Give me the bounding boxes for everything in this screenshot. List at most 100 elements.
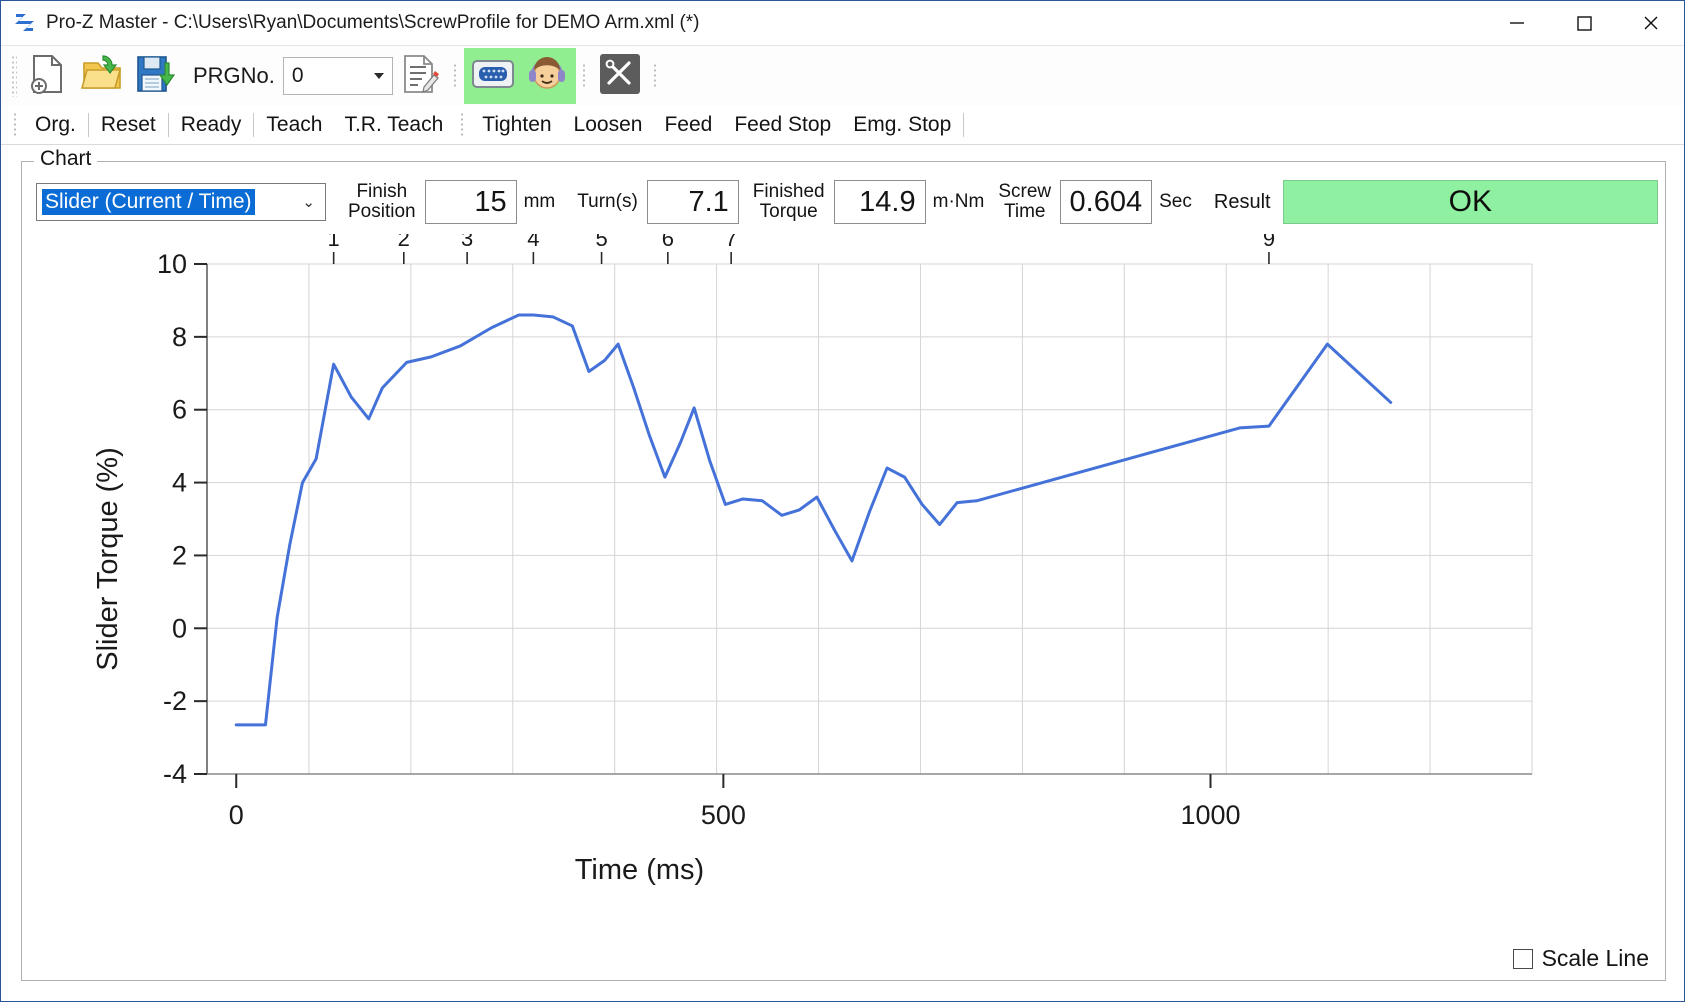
result-value: OK [1448, 185, 1492, 218]
scale-line-label: Scale Line [1541, 945, 1649, 971]
finished-torque-label: Finished Torque [752, 181, 825, 222]
chart-plot-area: -4 -2 0 2 4 6 8 10 0 500 1000 1 2 3 4 5 6 7 9 Time (ms) Slid… [22, 234, 1665, 980]
screw-time-value: 0.604 [1069, 185, 1143, 218]
step-marker-label: 9 [1263, 234, 1275, 251]
finish-position-label: Finish Position [348, 181, 416, 222]
edit-document-button[interactable] [393, 49, 447, 103]
turns-field: 7.1 [646, 180, 739, 224]
toolbar-separator-3 [652, 63, 658, 89]
x-axis-tick-label: 0 [229, 800, 244, 830]
command-group-separator [460, 112, 466, 138]
y-axis-title: Slider Torque (%) [92, 447, 124, 671]
step-marker-label: 6 [662, 234, 674, 251]
connection-status-group [463, 48, 576, 104]
tools-wrench-icon [598, 52, 642, 101]
command-tr-teach[interactable]: T.R. Teach [333, 108, 454, 142]
finished-torque-field: 14.9 [833, 180, 926, 224]
operator-headset-button[interactable] [520, 49, 574, 103]
save-disk-icon [135, 53, 177, 100]
y-axis-tick-label: 4 [172, 468, 187, 498]
command-teach[interactable]: Teach [255, 108, 333, 142]
y-axis-tick-label: 6 [172, 395, 187, 425]
chevron-down-icon: ⌄ [302, 194, 315, 211]
edit-document-icon [400, 53, 440, 100]
command-org[interactable]: Org. [24, 108, 87, 142]
command-loosen[interactable]: Loosen [563, 108, 654, 142]
operator-headset-icon [525, 53, 569, 100]
chart-type-value: Slider (Current / Time) [42, 189, 255, 215]
application-window: Pro-Z Master - C:\Users\Ryan\Documents\S… [0, 0, 1685, 1002]
chart-group-box: Chart Slider (Current / Time) ⌄ Finish P… [21, 147, 1666, 981]
save-file-button[interactable] [129, 49, 183, 103]
connector-port-icon [471, 57, 515, 96]
tools-button[interactable] [593, 49, 647, 103]
y-axis-tick-label: 10 [157, 249, 187, 279]
toolbar-grip[interactable] [11, 55, 17, 97]
step-marker-label: 1 [328, 234, 340, 251]
y-axis-tick-label: 8 [172, 322, 187, 352]
connector-port-button[interactable] [466, 49, 520, 103]
finish-position-field: 15 [424, 180, 517, 224]
y-axis-tick-label: -4 [163, 759, 187, 789]
command-ready[interactable]: Ready [170, 108, 253, 142]
result-label: Result [1213, 190, 1271, 213]
x-axis-tick-label: 1000 [1180, 800, 1240, 830]
screw-time-unit: Sec [1159, 191, 1192, 212]
finish-position-unit: mm [523, 191, 556, 212]
x-axis-title: Time (ms) [575, 854, 704, 886]
prg-no-value: 0 [291, 64, 304, 87]
step-marker-label: 3 [461, 234, 473, 251]
command-divider [167, 113, 169, 137]
prg-no-combobox[interactable]: 0 [282, 57, 393, 95]
pro-z-logo-icon [14, 12, 36, 34]
title-bar: Pro-Z Master - C:\Users\Ryan\Documents\S… [1, 1, 1684, 45]
step-marker-label: 5 [595, 234, 607, 251]
scale-line-checkbox-row[interactable]: Scale Line [1512, 945, 1649, 972]
command-bar: Org. Reset Ready Teach T.R. Teach Tighte… [1, 106, 1684, 145]
command-feed-stop[interactable]: Feed Stop [723, 108, 842, 142]
scale-line-checkbox[interactable] [1512, 948, 1533, 969]
toolbar-separator [452, 63, 458, 89]
close-button[interactable] [1617, 1, 1684, 44]
open-file-button[interactable] [75, 49, 129, 103]
main-toolbar: PRGNo. 0 [1, 45, 1684, 106]
y-axis-tick-label: 0 [172, 613, 187, 643]
finished-torque-unit: m·Nm [932, 191, 985, 212]
command-bar-grip[interactable] [13, 112, 18, 138]
new-file-button[interactable] [21, 49, 75, 103]
turns-label: Turn(s) [577, 191, 638, 213]
y-axis-tick-label: 2 [172, 540, 187, 570]
step-marker-label: 7 [725, 234, 737, 251]
screw-time-field: 0.604 [1060, 180, 1153, 224]
torque-time-line-chart: -4 -2 0 2 4 6 8 10 0 500 1000 1 2 3 4 5 6 7 9 Time (ms) Slid… [92, 234, 1533, 886]
chart-type-select[interactable]: Slider (Current / Time) ⌄ [36, 183, 326, 221]
step-marker-label: 2 [398, 234, 410, 251]
turns-value: 7.1 [688, 185, 729, 218]
torque-data-series [234, 313, 1393, 727]
window-title: Pro-Z Master - C:\Users\Ryan\Documents\S… [46, 11, 700, 33]
command-divider [963, 113, 965, 137]
result-status-badge: OK [1282, 180, 1658, 224]
command-divider [87, 113, 89, 137]
command-divider [253, 113, 255, 137]
finished-torque-value: 14.9 [859, 185, 916, 218]
y-axis-tick-label: -2 [163, 686, 187, 716]
command-tighten[interactable]: Tighten [471, 108, 562, 142]
maximize-button[interactable] [1550, 1, 1617, 44]
command-feed[interactable]: Feed [653, 108, 723, 142]
open-folder-icon [80, 54, 123, 99]
chevron-down-icon [373, 73, 384, 79]
x-axis-tick-label: 500 [701, 800, 746, 830]
minimize-button[interactable] [1483, 1, 1550, 44]
finish-position-value: 15 [474, 185, 507, 218]
toolbar-separator-2 [581, 63, 587, 89]
command-emg-stop[interactable]: Emg. Stop [842, 108, 962, 142]
chart-group-label: Chart [34, 147, 98, 171]
screw-time-label: Screw Time [998, 181, 1052, 222]
step-marker-label: 4 [527, 234, 539, 251]
prg-no-label: PRGNo. [193, 63, 275, 88]
measurement-status-bar: Slider (Current / Time) ⌄ Finish Positio… [30, 178, 1658, 226]
new-file-icon [28, 53, 68, 100]
command-reset[interactable]: Reset [90, 108, 167, 142]
window-controls [1483, 1, 1684, 44]
